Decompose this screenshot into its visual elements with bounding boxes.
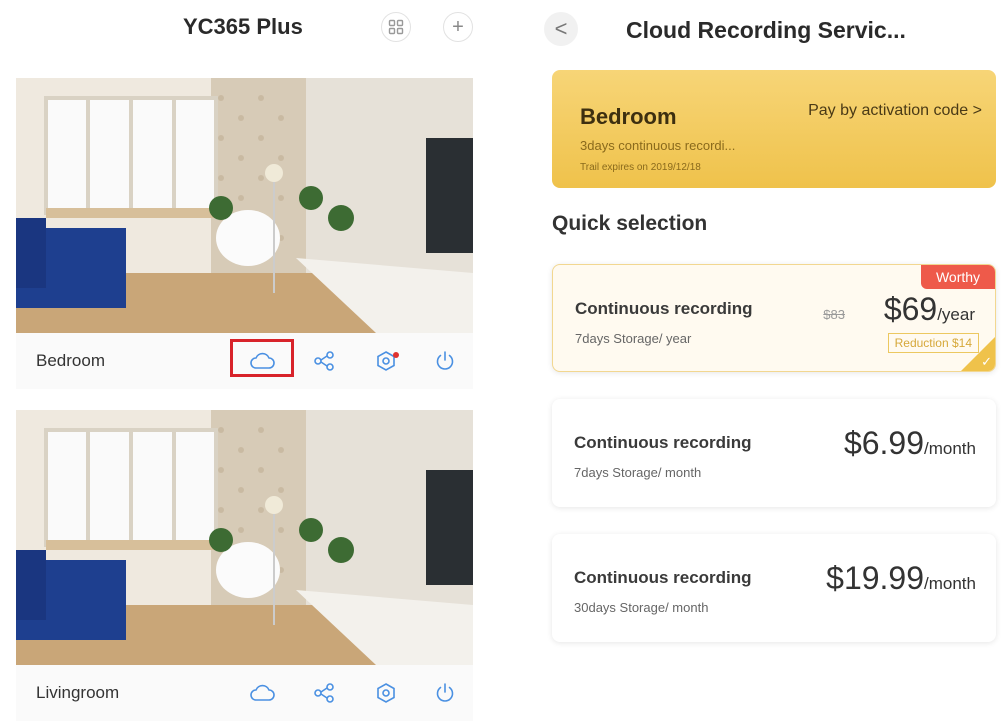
room-preview-image xyxy=(16,78,473,333)
grid-view-button[interactable] xyxy=(381,12,411,42)
plan-storage: 7days Storage/ year xyxy=(575,331,692,346)
settings-icon xyxy=(377,683,395,703)
cloud-button[interactable] xyxy=(247,347,277,375)
app-header: YC365 Plus + xyxy=(0,0,490,56)
camera-card-bedroom[interactable]: Bedroom xyxy=(16,78,473,389)
camera-toolbar: Livingroom xyxy=(16,665,473,721)
plan-name: Continuous recording xyxy=(574,433,752,452)
plan-card-monthly-30d[interactable]: Continuous recording 30days Storage/ mon… xyxy=(552,534,996,642)
room-preview-image xyxy=(16,410,473,665)
plan-price: $6.99/month xyxy=(844,425,976,462)
plan-name: Continuous recording xyxy=(575,299,753,318)
settings-button[interactable] xyxy=(371,679,401,707)
plan-card-monthly-7d[interactable]: Continuous recording 7days Storage/ mont… xyxy=(552,399,996,507)
power-button[interactable] xyxy=(430,679,460,707)
cloud-recording-screen: < Cloud Recording Servic... Bedroom Pay … xyxy=(530,0,1003,718)
page-title: Cloud Recording Servic... xyxy=(626,17,906,43)
plan-storage: 7days Storage/ month xyxy=(574,465,702,480)
price-amount: $6.99 xyxy=(843,425,925,461)
plan-card-yearly[interactable]: Worthy Continuous recording 7days Storag… xyxy=(552,264,996,372)
back-button[interactable]: < xyxy=(544,12,578,46)
notification-dot xyxy=(393,352,399,358)
power-button[interactable] xyxy=(430,347,460,375)
price-amount: $69 xyxy=(883,291,938,327)
old-price: $83 xyxy=(823,307,845,322)
settings-button[interactable] xyxy=(371,347,401,375)
plus-icon: + xyxy=(452,15,464,38)
power-icon xyxy=(436,351,454,370)
device-name: Bedroom xyxy=(580,104,677,129)
camera-name: Livingroom xyxy=(36,683,120,702)
back-icon: < xyxy=(554,16,568,41)
camera-toolbar: Bedroom xyxy=(16,333,473,389)
plan-name: Continuous recording xyxy=(574,568,752,587)
share-icon xyxy=(314,351,334,371)
check-icon: ✓ xyxy=(981,354,992,369)
share-icon xyxy=(314,683,334,703)
camera-card-livingroom[interactable]: Livingroom xyxy=(16,410,473,721)
cloud-button[interactable] xyxy=(247,679,277,707)
camera-list-screen: YC365 Plus + Bedroom Livingroom xyxy=(0,0,490,721)
page-header: < Cloud Recording Servic... xyxy=(530,0,1003,56)
price-unit: /year xyxy=(937,305,975,324)
trail-expiry-text: Trail expires on 2019/12/18 xyxy=(580,162,701,173)
plan-price: $19.99/month xyxy=(826,560,976,597)
add-device-button[interactable]: + xyxy=(443,12,473,42)
camera-preview[interactable] xyxy=(16,78,473,333)
plan-price: $69/year xyxy=(884,291,975,328)
plan-storage: 30days Storage/ month xyxy=(574,600,709,615)
selected-corner: ✓ xyxy=(961,337,995,371)
section-title: Quick selection xyxy=(552,212,708,235)
camera-preview[interactable] xyxy=(16,410,473,665)
power-icon xyxy=(436,683,454,702)
worthy-badge: Worthy xyxy=(921,265,995,289)
share-button[interactable] xyxy=(309,679,339,707)
current-plan-text: 3days continuous recordi... xyxy=(580,138,736,153)
price-amount: $19.99 xyxy=(826,560,925,596)
cloud-icon xyxy=(250,684,275,701)
grid-icon xyxy=(388,19,404,35)
price-unit: /month xyxy=(924,439,976,458)
app-title: YC365 Plus xyxy=(183,14,303,39)
camera-name: Bedroom xyxy=(36,351,105,370)
share-button[interactable] xyxy=(309,347,339,375)
price-unit: /month xyxy=(924,574,976,593)
cloud-icon xyxy=(250,352,275,369)
activation-code-link[interactable]: Pay by activation code > xyxy=(808,102,982,120)
device-subscription-card: Bedroom Pay by activation code > 3days c… xyxy=(552,70,996,188)
